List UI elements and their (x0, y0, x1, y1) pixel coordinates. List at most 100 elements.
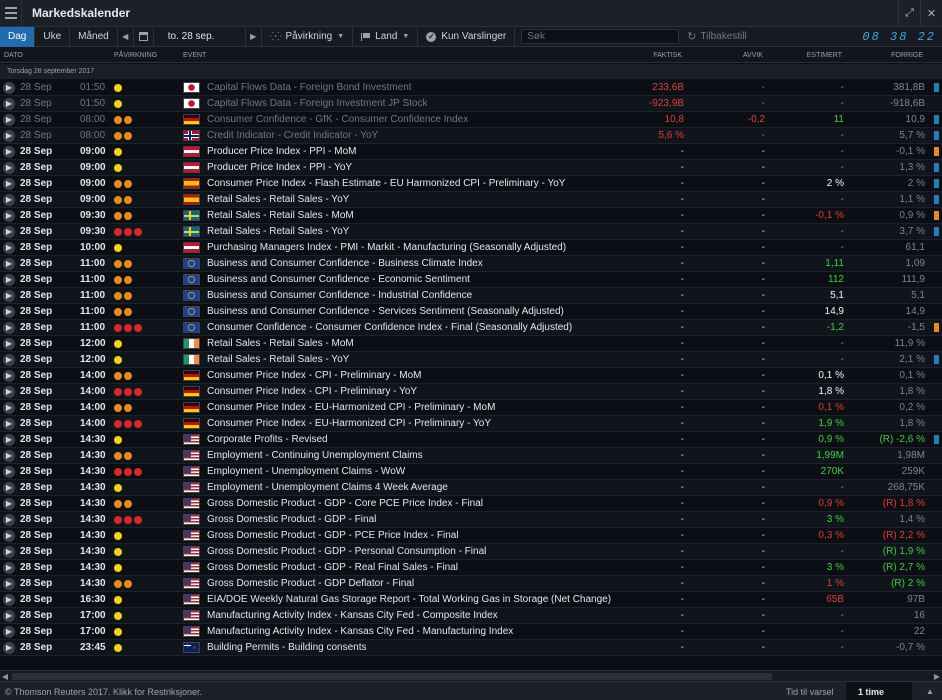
expand-row-icon[interactable]: ▶ (3, 338, 15, 350)
expand-row-icon[interactable]: ▶ (3, 178, 15, 190)
event-name[interactable]: Purchasing Managers Index - PMI - Markit… (207, 242, 566, 254)
event-name[interactable]: Consumer Price Index - EU-Harmonized CPI… (207, 402, 495, 414)
expand-row-icon[interactable]: ▶ (3, 370, 15, 382)
expand-row-icon[interactable]: ▶ (3, 562, 15, 574)
table-row[interactable]: ▶ 28 Sep 14:00 Consumer Price Index - EU-Ha… (0, 400, 942, 416)
event-name[interactable]: Retail Sales - Retail Sales - MoM (207, 210, 354, 222)
expand-row-icon[interactable]: ▶ (3, 322, 15, 334)
horizontal-scrollbar[interactable]: ◀ ▶ (0, 670, 942, 681)
expand-row-icon[interactable]: ▶ (3, 194, 15, 206)
table-row[interactable]: ▶ 28 Sep 09:30 Retail Sales - Retail Sales … (0, 208, 942, 224)
table-row[interactable]: ▶ 28 Sep 14:30 Gross Domestic Product - GDP… (0, 512, 942, 528)
event-name[interactable]: Gross Domestic Product - GDP - Core PCE … (207, 498, 483, 510)
close-icon[interactable]: ✕ (920, 0, 942, 27)
expand-row-icon[interactable]: ▶ (3, 418, 15, 430)
reset-button[interactable]: ↻ Tilbakestill (679, 27, 755, 47)
expand-row-icon[interactable]: ▶ (3, 530, 15, 542)
event-name[interactable]: Retail Sales - Retail Sales - YoY (207, 226, 349, 238)
table-row[interactable]: ▶ 28 Sep 14:30 Gross Domestic Product - GDP… (0, 528, 942, 544)
expand-row-icon[interactable]: ▶ (3, 514, 15, 526)
event-name[interactable]: Producer Price Index - PPI - MoM (207, 146, 357, 158)
event-name[interactable]: Consumer Confidence - Consumer Confidenc… (207, 322, 572, 334)
event-name[interactable]: Capital Flows Data - Foreign Investment … (207, 98, 427, 110)
table-row[interactable]: ▶ 28 Sep 09:00 Producer Price Index - PPI -… (0, 144, 942, 160)
expand-row-icon[interactable]: ▶ (3, 162, 15, 174)
table-row[interactable]: ▶ 28 Sep 14:30 Employment - Continuing Unem… (0, 448, 942, 464)
event-name[interactable]: Credit Indicator - Credit Indicator - Yo… (207, 130, 378, 142)
table-row[interactable]: ▶ 28 Sep 09:00 Producer Price Index - PPI -… (0, 160, 942, 176)
table-row[interactable]: ▶ 28 Sep 17:00 Manufacturing Activity Index… (0, 624, 942, 640)
table-row[interactable]: ▶ 28 Sep 12:00 Retail Sales - Retail Sales … (0, 352, 942, 368)
table-row[interactable]: ▶ 28 Sep 14:00 Consumer Price Index - CPI -… (0, 368, 942, 384)
event-name[interactable]: Business and Consumer Confidence - Econo… (207, 274, 470, 286)
event-name[interactable]: Retail Sales - Retail Sales - YoY (207, 194, 349, 206)
col-impact[interactable]: PÅVIRKNING (114, 52, 157, 59)
table-row[interactable]: ▶ 28 Sep 09:30 Retail Sales - Retail Sales … (0, 224, 942, 240)
expand-row-icon[interactable]: ▶ (3, 578, 15, 590)
table-row[interactable]: ▶ 28 Sep 11:00 Business and Consumer Confid… (0, 272, 942, 288)
event-name[interactable]: Corporate Profits - Revised (207, 434, 328, 446)
expand-row-icon[interactable]: ▶ (3, 482, 15, 494)
copyright-link[interactable]: © Thomson Reuters 2017. Klikk for Restri… (5, 687, 202, 697)
expand-row-icon[interactable]: ▶ (3, 114, 15, 126)
event-name[interactable]: Retail Sales - Retail Sales - MoM (207, 338, 354, 350)
col-deviation[interactable]: AVVIK (743, 52, 763, 59)
event-name[interactable]: Building Permits - Building consents (207, 642, 367, 654)
chevron-up-icon[interactable]: ▲ (926, 687, 934, 696)
col-event[interactable]: EVENT (183, 52, 206, 59)
expand-row-icon[interactable]: ▶ (3, 354, 15, 366)
event-name[interactable]: Business and Consumer Confidence - Servi… (207, 306, 564, 318)
event-name[interactable]: Manufacturing Activity Index - Kansas Ci… (207, 626, 513, 638)
event-name[interactable]: Business and Consumer Confidence - Indus… (207, 290, 472, 302)
event-name[interactable]: Employment - Continuing Unemployment Cla… (207, 450, 423, 462)
table-row[interactable]: ▶ 28 Sep 14:30 Employment - Unemployment Cl… (0, 464, 942, 480)
event-name[interactable]: Consumer Price Index - CPI - Preliminary… (207, 370, 422, 382)
view-week-button[interactable]: Uke (35, 26, 71, 47)
table-row[interactable]: ▶ 28 Sep 08:00 Consumer Confidence - GfK - … (0, 112, 942, 128)
table-row[interactable]: ▶ 28 Sep 14:30 Gross Domestic Product - GDP… (0, 496, 942, 512)
event-name[interactable]: EIA/DOE Weekly Natural Gas Storage Repor… (207, 594, 611, 606)
event-name[interactable]: Employment - Unemployment Claims 4 Week … (207, 482, 448, 494)
table-row[interactable]: ▶ 28 Sep 14:00 Consumer Price Index - EU-Ha… (0, 416, 942, 432)
expand-row-icon[interactable]: ▶ (3, 594, 15, 606)
expand-row-icon[interactable]: ▶ (3, 498, 15, 510)
expand-row-icon[interactable]: ▶ (3, 82, 15, 94)
event-name[interactable]: Employment - Unemployment Claims - WoW (207, 466, 405, 478)
view-month-button[interactable]: Måned (70, 26, 118, 47)
table-row[interactable]: ▶ 28 Sep 14:30 Employment - Unemployment Cl… (0, 480, 942, 496)
scrollbar-thumb[interactable] (12, 673, 772, 680)
table-row[interactable]: ▶ 28 Sep 11:00 Consumer Confidence - Consum… (0, 320, 942, 336)
expand-row-icon[interactable]: ▶ (3, 146, 15, 158)
expand-row-icon[interactable]: ▶ (3, 306, 15, 318)
table-row[interactable]: ▶ 28 Sep 01:50 Capital Flows Data - Foreign… (0, 80, 942, 96)
event-name[interactable]: Consumer Confidence - GfK - Consumer Con… (207, 114, 468, 126)
table-row[interactable]: ▶ 28 Sep 14:30 Gross Domestic Product - GDP… (0, 544, 942, 560)
event-name[interactable]: Business and Consumer Confidence - Busin… (207, 258, 483, 270)
expand-row-icon[interactable]: ▶ (3, 290, 15, 302)
event-name[interactable]: Gross Domestic Product - GDP - Final (207, 514, 376, 526)
expand-row-icon[interactable]: ▶ (3, 626, 15, 638)
table-row[interactable]: ▶ 28 Sep 14:30 Corporate Profits - Revised -… (0, 432, 942, 448)
expand-row-icon[interactable]: ▶ (3, 546, 15, 558)
table-row[interactable]: ▶ 28 Sep 09:00 Retail Sales - Retail Sales … (0, 192, 942, 208)
table-row[interactable]: ▶ 28 Sep 11:00 Business and Consumer Confid… (0, 288, 942, 304)
col-actual[interactable]: FAKTISK (653, 52, 682, 59)
table-row[interactable]: ▶ 28 Sep 16:30 EIA/DOE Weekly Natural Gas S… (0, 592, 942, 608)
view-day-button[interactable]: Dag (0, 26, 36, 47)
event-name[interactable]: Gross Domestic Product - GDP Deflator - … (207, 578, 414, 590)
alerts-only-toggle[interactable]: ✓ Kun Varslinger (418, 26, 516, 47)
event-name[interactable]: Consumer Price Index - EU-Harmonized CPI… (207, 418, 491, 430)
country-filter[interactable]: Land ▼ (353, 26, 419, 47)
table-row[interactable]: ▶ 28 Sep 14:30 Gross Domestic Product - GDP… (0, 576, 942, 592)
expand-row-icon[interactable]: ▶ (3, 274, 15, 286)
table-row[interactable]: ▶ 28 Sep 11:00 Business and Consumer Confid… (0, 304, 942, 320)
expand-row-icon[interactable]: ▶ (3, 434, 15, 446)
table-row[interactable]: ▶ 28 Sep 12:00 Retail Sales - Retail Sales … (0, 336, 942, 352)
expand-row-icon[interactable]: ▶ (3, 402, 15, 414)
expand-row-icon[interactable]: ▶ (3, 130, 15, 142)
expand-row-icon[interactable]: ▶ (3, 466, 15, 478)
expand-row-icon[interactable]: ▶ (3, 98, 15, 110)
event-name[interactable]: Producer Price Index - PPI - YoY (207, 162, 352, 174)
calendar-icon[interactable] (134, 26, 154, 47)
event-name[interactable]: Capital Flows Data - Foreign Bond Invest… (207, 82, 412, 94)
